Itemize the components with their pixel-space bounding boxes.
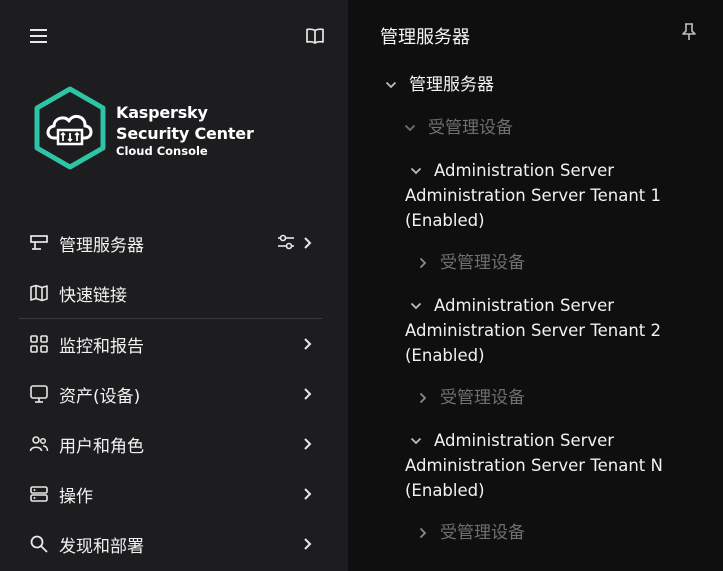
server-2-line-1: Administration Server: [434, 296, 615, 315]
administration-server-panel: 管理服务器 管理服务器 受管理设备 Administration Server …: [348, 0, 723, 571]
chevron-down-icon: [409, 295, 423, 317]
server-n-line-3: (Enabled): [405, 481, 485, 500]
sidebar-item-label: 管理服务器: [59, 235, 144, 256]
sidebar-item-monitoring-reports[interactable]: 监控和报告: [19, 319, 322, 369]
chevron-right-icon: [300, 485, 316, 503]
server-2-line-2: Administration Server Tenant 2: [405, 321, 661, 340]
server-n-line-1: Administration Server: [434, 431, 615, 450]
monitor-icon: [28, 383, 50, 405]
server-2-line-3: (Enabled): [405, 346, 485, 365]
server-1-line-1: Administration Server: [434, 161, 615, 180]
chevron-down-icon: [409, 160, 423, 182]
brand-line-1: Kaspersky: [116, 103, 208, 122]
map-icon: [28, 282, 50, 304]
brand-line-3: Cloud Console: [116, 144, 208, 158]
hamburger-menu-button[interactable]: [25, 22, 53, 50]
hamburger-icon: [30, 29, 47, 43]
sidebar-item-assets-devices[interactable]: 资产(设备): [19, 369, 322, 419]
sidebar-item-label: 操作: [59, 486, 93, 507]
chevron-right-icon: [416, 522, 430, 544]
users-icon: [28, 433, 50, 455]
sidebar-item-operations[interactable]: 操作: [19, 469, 322, 519]
server-1-line-3: (Enabled): [405, 211, 485, 230]
tree-node-label: 受管理设备: [440, 388, 525, 408]
brand-name: Kaspersky Security Center Cloud Console: [116, 102, 254, 159]
sidebar-item-label: 资产(设备): [59, 386, 141, 407]
chevron-right-icon: [300, 435, 316, 453]
filter-settings-icon[interactable]: [276, 232, 296, 252]
chevron-right-icon: [300, 234, 316, 252]
kaspersky-hex-logo-icon: [34, 86, 106, 170]
sidebar-item-label: 快速链接: [59, 285, 127, 306]
book-icon: [306, 28, 324, 44]
product-logo: Kaspersky Security Center Cloud Console: [30, 85, 330, 175]
chevron-down-icon: [384, 74, 398, 96]
server-tree: 管理服务器 受管理设备 Administration Server Admini…: [348, 0, 723, 571]
tree-node-label: 管理服务器: [409, 75, 494, 95]
sidebar-nav: 管理服务器 快速链接 监控和报告 资产(设备) 用户和角色 操作 发现和部署: [19, 218, 322, 569]
sidebar-item-label: 发现和部署: [59, 536, 144, 557]
sidebar-item-discovery-deployment[interactable]: 发现和部署: [19, 519, 322, 569]
server-icon: [28, 232, 50, 254]
tree-node-label: 受管理设备: [428, 118, 513, 138]
chevron-right-icon: [416, 252, 430, 274]
chevron-right-icon: [416, 387, 430, 409]
tree-node-label: 受管理设备: [440, 253, 525, 273]
documentation-button[interactable]: [301, 22, 329, 50]
sidebar-item-label: 监控和报告: [59, 336, 144, 357]
tree-node-label: 受管理设备: [440, 523, 525, 543]
chevron-down-icon: [409, 430, 423, 452]
sidebar: Kaspersky Security Center Cloud Console …: [0, 0, 348, 571]
chevron-down-icon: [403, 117, 417, 139]
brand-line-2: Security Center: [116, 124, 254, 143]
operations-icon: [28, 483, 50, 505]
search-icon: [28, 533, 50, 555]
sidebar-item-label: 用户和角色: [59, 436, 144, 457]
server-n-line-2: Administration Server Tenant N: [405, 456, 663, 475]
sidebar-item-administration-server[interactable]: 管理服务器: [19, 218, 322, 268]
server-1-line-2: Administration Server Tenant 1: [405, 186, 661, 205]
chevron-right-icon: [300, 535, 316, 553]
sidebar-item-users-roles[interactable]: 用户和角色: [19, 419, 322, 469]
chevron-right-icon: [300, 335, 316, 353]
chevron-right-icon: [300, 385, 316, 403]
sidebar-item-quick-links[interactable]: 快速链接: [19, 268, 322, 318]
dashboard-icon: [28, 333, 50, 355]
